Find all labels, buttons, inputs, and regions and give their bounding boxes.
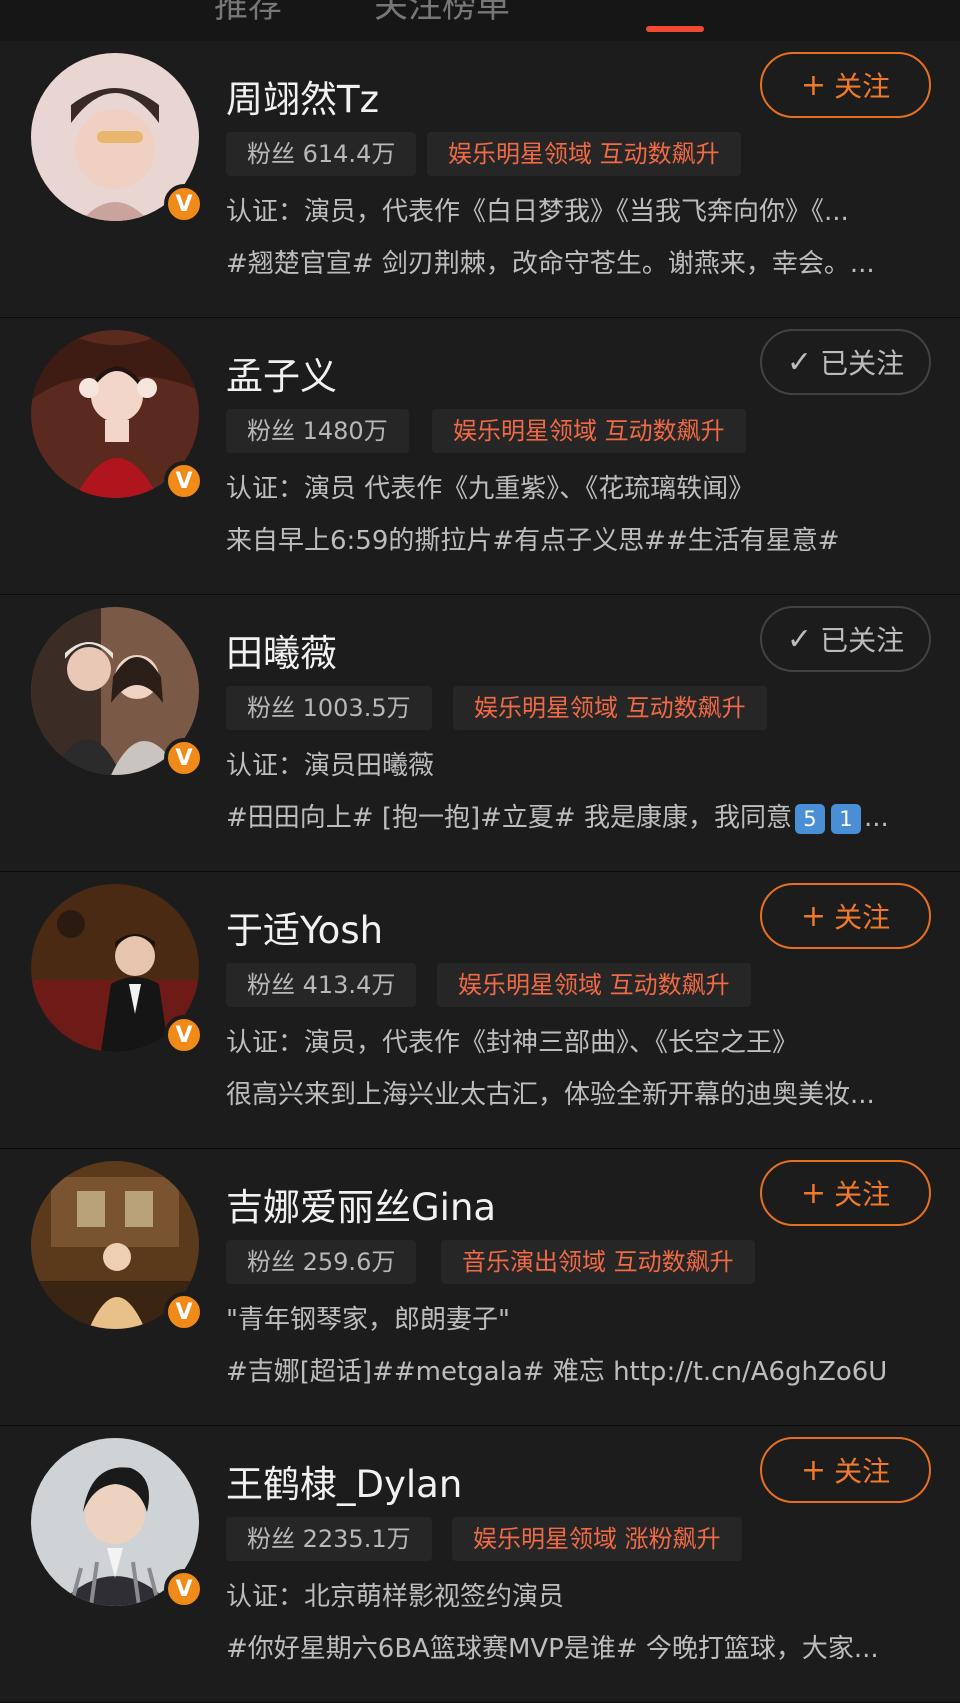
verification-text: "青年钢琴家，郎朗妻子" — [226, 1305, 510, 1335]
domain-tag: 娱乐明星领域 涨粉飙升 — [452, 1517, 742, 1561]
plus-icon: + — [800, 1175, 827, 1211]
follow-button-label: 关注 — [834, 901, 891, 934]
follow-button-label: 关注 — [834, 70, 891, 103]
latest-post[interactable]: #你好星期六6BA篮球赛MVP是谁# 今晚打篮球，大家... — [226, 1628, 926, 1665]
list-item[interactable]: V 王鹤棣_Dylan 粉丝 2235.1万 娱乐明星领域 涨粉飙升 认证：北京… — [0, 1426, 960, 1702]
checkmark-icon: ✓ — [786, 344, 813, 380]
domain-tag: 娱乐明星领域 互动数飙升 — [427, 132, 741, 176]
verified-badge-icon: V — [164, 461, 204, 501]
latest-post[interactable]: #田田向上# [抱一抱]#立夏# 我是康康，我同意 5 1... — [226, 797, 926, 834]
user-name[interactable]: 于适Yosh — [226, 900, 383, 954]
followed-button[interactable]: ✓ 已关注 — [760, 606, 931, 672]
follow-button-label: 关注 — [834, 1178, 891, 1211]
user-name[interactable]: 田曦薇 — [226, 623, 337, 677]
latest-post[interactable]: 来自早上6:59的撕拉片#有点子义思##生活有星意# — [226, 520, 926, 557]
verification-text: 认证：演员，代表作《封神三部曲》、《长空之王》 — [226, 1028, 799, 1058]
follow-button-label: 已关注 — [820, 347, 905, 380]
verified-badge-icon: V — [164, 184, 204, 224]
verification-text: 认证：演员，代表作《白日梦我》《当我飞奔向你》《... — [226, 197, 849, 227]
user-name[interactable]: 孟子义 — [226, 346, 337, 400]
tab-follow-ranking[interactable]: 关注榜单 — [374, 0, 510, 27]
user-name[interactable]: 周翊然Tz — [226, 69, 379, 123]
plus-icon: + — [800, 1452, 827, 1488]
fans-count: 粉丝 413.4万 — [226, 963, 417, 1007]
latest-post[interactable]: #翘楚官宣# 剑刃荆棘，改命守苍生。谢燕来，幸会。... — [226, 243, 926, 280]
verification-text: 认证：演员 代表作《九重紫》、《花琉璃轶闻》 — [226, 474, 755, 504]
user-list: V 周翊然Tz 粉丝 614.4万 娱乐明星领域 互动数飙升 认证：演员，代表作… — [0, 41, 960, 1703]
keycap-one-icon: 1 — [830, 803, 861, 834]
plus-icon: + — [800, 67, 827, 103]
verification-text: 认证：北京萌样影视签约演员 — [226, 1582, 565, 1612]
active-tab-indicator — [646, 26, 704, 32]
follow-button[interactable]: + 关注 — [760, 52, 931, 118]
fans-count: 粉丝 2235.1万 — [226, 1517, 432, 1561]
latest-post[interactable]: 很高兴来到上海兴业太古汇，体验全新开幕的迪奥美妆... — [226, 1074, 926, 1111]
user-name[interactable]: 吉娜爱丽丝Gina — [226, 1177, 496, 1231]
list-item[interactable]: V 孟子义 粉丝 1480万 娱乐明星领域 互动数飙升 认证：演员 代表作《九重… — [0, 318, 960, 594]
domain-tag: 娱乐明星领域 互动数飙升 — [437, 963, 751, 1007]
verified-badge-icon: V — [164, 738, 204, 778]
verified-badge-icon: V — [164, 1015, 204, 1055]
verified-badge-icon: V — [164, 1292, 204, 1332]
latest-post-text: #田田向上# [抱一抱]#立夏# 我是康康，我同意 — [226, 803, 792, 833]
fans-count: 粉丝 259.6万 — [226, 1240, 417, 1284]
followed-button[interactable]: ✓ 已关注 — [760, 329, 931, 395]
follow-button[interactable]: + 关注 — [760, 1437, 931, 1503]
follow-button-label: 关注 — [834, 1455, 891, 1488]
tab-recommend[interactable]: 推荐 — [214, 0, 282, 27]
fans-count: 粉丝 1003.5万 — [226, 686, 432, 730]
list-item[interactable]: V 吉娜爱丽丝Gina 粉丝 259.6万 音乐演出领域 互动数飙升 "青年钢琴… — [0, 1149, 960, 1425]
plus-icon: + — [800, 898, 827, 934]
follow-button[interactable]: + 关注 — [760, 1160, 931, 1226]
ellipsis: ... — [863, 803, 889, 833]
verified-badge-icon: V — [164, 1569, 204, 1609]
follow-button[interactable]: + 关注 — [760, 883, 931, 949]
domain-tag: 娱乐明星领域 互动数飙升 — [453, 686, 767, 730]
keycap-five-icon: 5 — [794, 803, 825, 834]
user-name[interactable]: 王鹤棣_Dylan — [226, 1454, 462, 1508]
checkmark-icon: ✓ — [786, 621, 813, 657]
follow-button-label: 已关注 — [820, 624, 905, 657]
list-item[interactable]: V 周翊然Tz 粉丝 614.4万 娱乐明星领域 互动数飙升 认证：演员，代表作… — [0, 41, 960, 317]
domain-tag: 音乐演出领域 互动数飙升 — [441, 1240, 755, 1284]
list-item[interactable]: V 田曦薇 粉丝 1003.5万 娱乐明星领域 互动数飙升 认证：演员田曦薇 #… — [0, 595, 960, 871]
fans-count: 粉丝 1480万 — [226, 409, 409, 453]
list-item[interactable]: V 于适Yosh 粉丝 413.4万 娱乐明星领域 互动数飙升 认证：演员，代表… — [0, 872, 960, 1148]
top-tab-bar: 推荐 关注榜单 — [0, 0, 960, 40]
fans-count: 粉丝 614.4万 — [226, 132, 417, 176]
domain-tag: 娱乐明星领域 互动数飙升 — [432, 409, 746, 453]
verification-text: 认证：演员田曦薇 — [226, 751, 435, 781]
latest-post[interactable]: #吉娜[超话]##metgala# 难忘 http://t.cn/A6ghZo6… — [226, 1351, 926, 1388]
